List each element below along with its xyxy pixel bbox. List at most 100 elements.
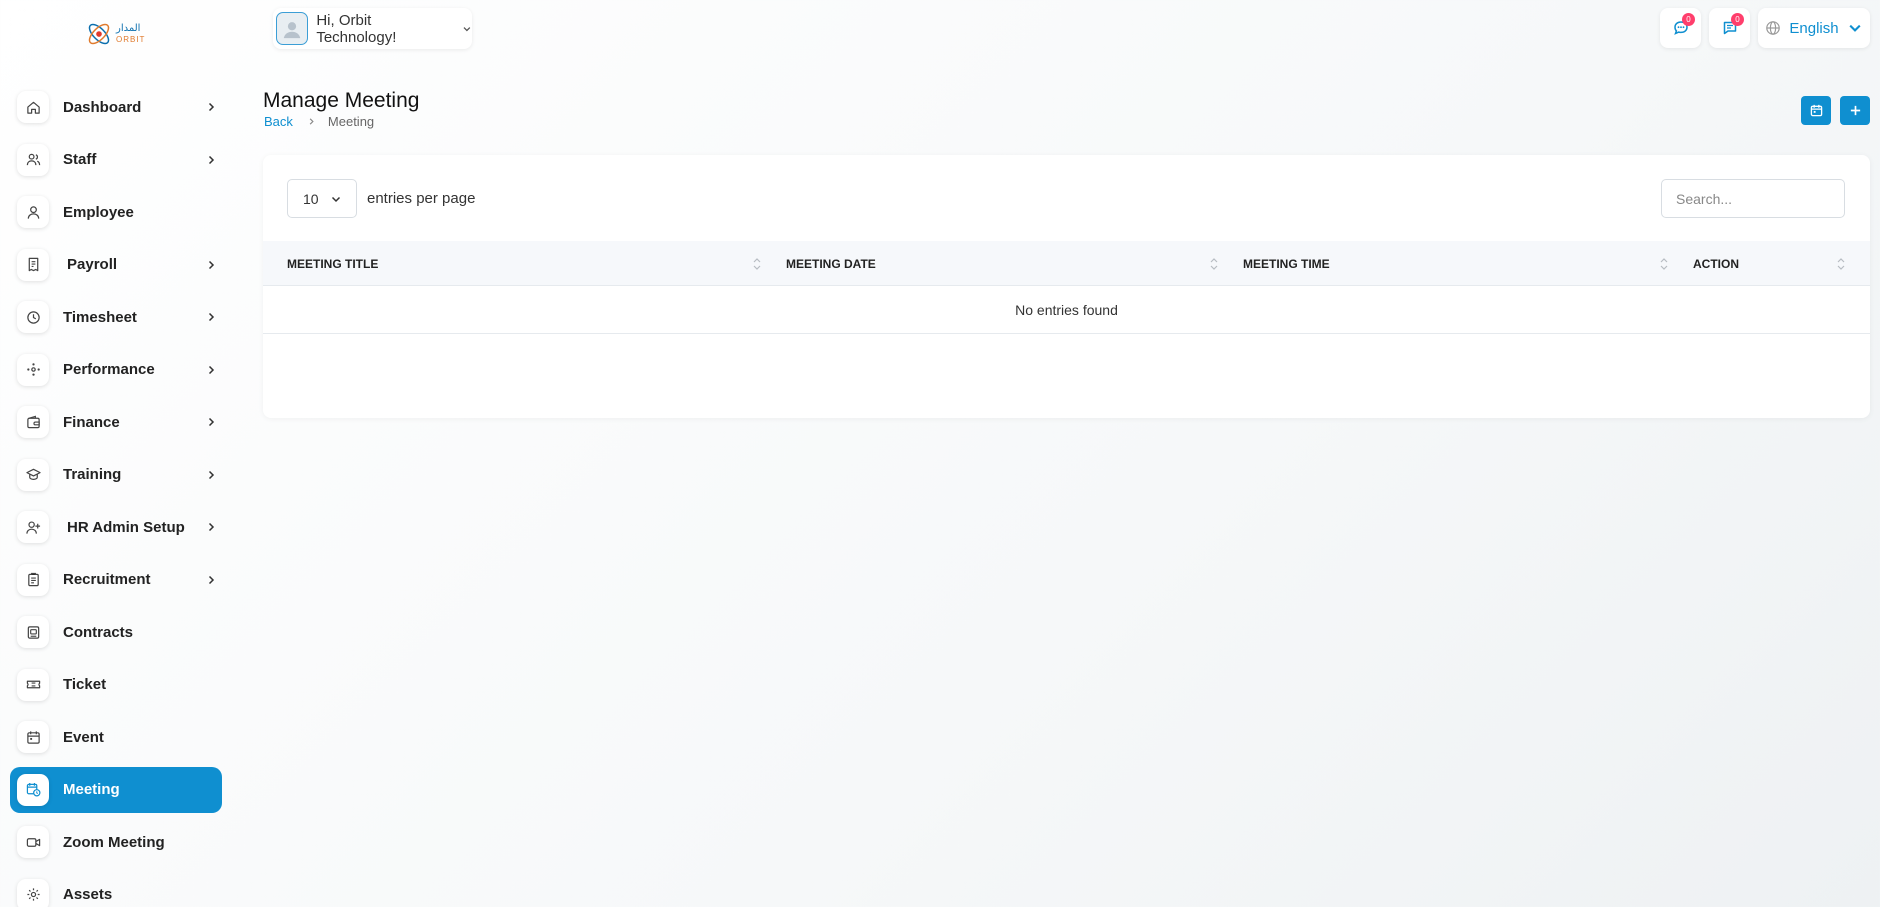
language-selector[interactable]: English	[1758, 8, 1870, 48]
messages-button[interactable]: 0	[1660, 8, 1701, 48]
video-icon	[17, 826, 49, 858]
sidebar-item-recruitment[interactable]: Recruitment	[10, 557, 222, 603]
sidebar-item-label: Employee	[63, 203, 134, 221]
notifications-button[interactable]: 0	[1709, 8, 1750, 48]
sidebar-item-label: Staff	[63, 151, 97, 168]
sidebar-item-label: Contracts	[63, 623, 134, 641]
empty-state-text: No entries found	[1015, 301, 1118, 318]
sidebar-item-label: Recruitment	[63, 571, 151, 588]
entries-per-page-select[interactable]: 10	[287, 179, 357, 218]
home-icon	[17, 91, 49, 123]
column-header-meeting-title[interactable]: MEETING TITLE	[287, 241, 378, 286]
chevron-right-icon	[208, 522, 215, 532]
notifications-count-badge: 0	[1731, 13, 1744, 26]
sidebar-item-label: Training	[63, 466, 122, 483]
clock-icon	[17, 301, 49, 333]
logo-latin-text: ORBIT	[116, 35, 146, 44]
sidebar-item-label: Timesheet	[63, 308, 137, 326]
sidebar-item-label: Ticket	[63, 676, 107, 693]
sidebar-item-employee[interactable]: Employee	[10, 189, 222, 235]
language-label: English	[1789, 19, 1839, 37]
column-header-label: MEETING DATE	[786, 256, 876, 271]
breadcrumb: Back Meeting	[264, 114, 374, 129]
sidebar-item-contracts[interactable]: Contracts	[10, 609, 222, 655]
receipt-icon	[17, 248, 49, 281]
chevron-down-icon	[331, 196, 341, 202]
sidebar-item-finance[interactable]: Finance	[10, 399, 222, 445]
calendar-view-button[interactable]	[1801, 96, 1831, 125]
sort-icon[interactable]	[1837, 257, 1845, 271]
search-input[interactable]	[1661, 179, 1845, 218]
plus-icon	[1850, 105, 1860, 116]
orbit-logo-icon	[88, 23, 110, 45]
sidebar-item-label: Meeting	[63, 781, 120, 798]
chevron-right-icon	[208, 417, 215, 427]
sidebar-item-label: Performance	[63, 361, 155, 378]
column-header-meeting-date[interactable]: MEETING DATE	[786, 241, 876, 286]
meetings-table-card: 10 entries per page MEETING TITLE MEETIN…	[263, 155, 1870, 418]
graduation-cap-icon	[17, 458, 49, 491]
orbit-logo[interactable]: المدار ORBIT	[84, 16, 148, 52]
wallet-icon	[17, 406, 49, 438]
column-header-meeting-time[interactable]: MEETING TIME	[1243, 241, 1330, 286]
sidebar-item-training[interactable]: Training	[10, 452, 222, 498]
sort-icon[interactable]	[1660, 257, 1668, 271]
sidebar-item-label: Finance	[63, 413, 120, 431]
breadcrumb-current: Meeting	[327, 114, 375, 129]
column-header-label: MEETING TIME	[1243, 256, 1330, 271]
sidebar-item-label: HR Admin Setup	[67, 518, 185, 536]
sidebar-item-label: Dashboard	[63, 98, 142, 116]
column-header-label: MEETING TITLE	[287, 256, 379, 271]
gear-icon	[17, 878, 49, 907]
chevron-right-icon	[309, 118, 314, 125]
chevron-down-icon	[463, 26, 471, 31]
calendar-clock-icon	[17, 773, 49, 806]
table-empty-row: No entries found	[263, 286, 1870, 334]
sidebar-item-event[interactable]: Event	[10, 714, 222, 760]
sidebar-item-dashboard[interactable]: Dashboard	[10, 84, 222, 130]
add-meeting-button[interactable]	[1840, 96, 1870, 125]
page-title: Manage Meeting	[263, 89, 420, 112]
chevron-right-icon	[208, 102, 215, 112]
sidebar-item-zoom-meeting[interactable]: Zoom Meeting	[10, 819, 222, 865]
sort-icon[interactable]	[753, 257, 761, 271]
chevron-right-icon	[208, 575, 215, 584]
sidebar-item-staff[interactable]: Staff	[10, 137, 222, 183]
sidebar-item-payroll[interactable]: Payroll	[10, 242, 222, 288]
users-icon	[17, 143, 49, 176]
contract-icon	[17, 616, 49, 648]
sidebar-item-hr-admin-setup[interactable]: HR Admin Setup	[10, 504, 222, 550]
chevron-right-icon	[208, 155, 215, 164]
globe-icon	[1766, 21, 1781, 35]
user-plus-icon	[17, 511, 49, 543]
sidebar-item-label: Payroll	[67, 256, 118, 273]
entries-per-page-label: entries per page	[367, 190, 476, 207]
ticket-icon	[17, 668, 49, 701]
column-header-action[interactable]: ACTION	[1693, 241, 1739, 286]
avatar	[276, 12, 309, 45]
user-menu[interactable]: Hi, Orbit Technology!	[273, 8, 472, 49]
user-greeting: Hi, Orbit Technology!	[316, 11, 397, 46]
sidebar-item-label: Event	[63, 728, 104, 746]
user-avatar-icon	[283, 21, 301, 38]
sidebar-item-assets[interactable]: Assets	[10, 872, 222, 907]
clipboard-icon	[17, 563, 49, 596]
logo-arabic-text: المدار	[116, 23, 141, 34]
chevron-right-icon	[208, 260, 215, 269]
sort-icon[interactable]	[1210, 257, 1218, 271]
chevron-down-icon	[1849, 24, 1861, 32]
table-header: MEETING TITLE MEETING DATE MEETING TIME …	[263, 241, 1870, 286]
sidebar-item-meeting[interactable]: Meeting	[10, 766, 222, 813]
messages-count-badge: 0	[1682, 13, 1695, 26]
sidebar: Dashboard Staff Employee Payroll Timesheet Pe…	[10, 84, 222, 907]
chevron-right-icon	[208, 312, 215, 322]
breadcrumb-back-link[interactable]: Back	[264, 114, 293, 129]
sidebar-item-ticket[interactable]: Ticket	[10, 662, 222, 708]
sidebar-item-performance[interactable]: Performance	[10, 347, 222, 393]
calendar-icon	[17, 721, 49, 753]
chevron-right-icon	[208, 365, 215, 374]
chevron-right-icon	[208, 470, 215, 479]
sidebar-item-timesheet[interactable]: Timesheet	[10, 294, 222, 340]
column-header-label: ACTION	[1693, 256, 1739, 271]
sidebar-item-label: Zoom Meeting	[63, 833, 165, 851]
